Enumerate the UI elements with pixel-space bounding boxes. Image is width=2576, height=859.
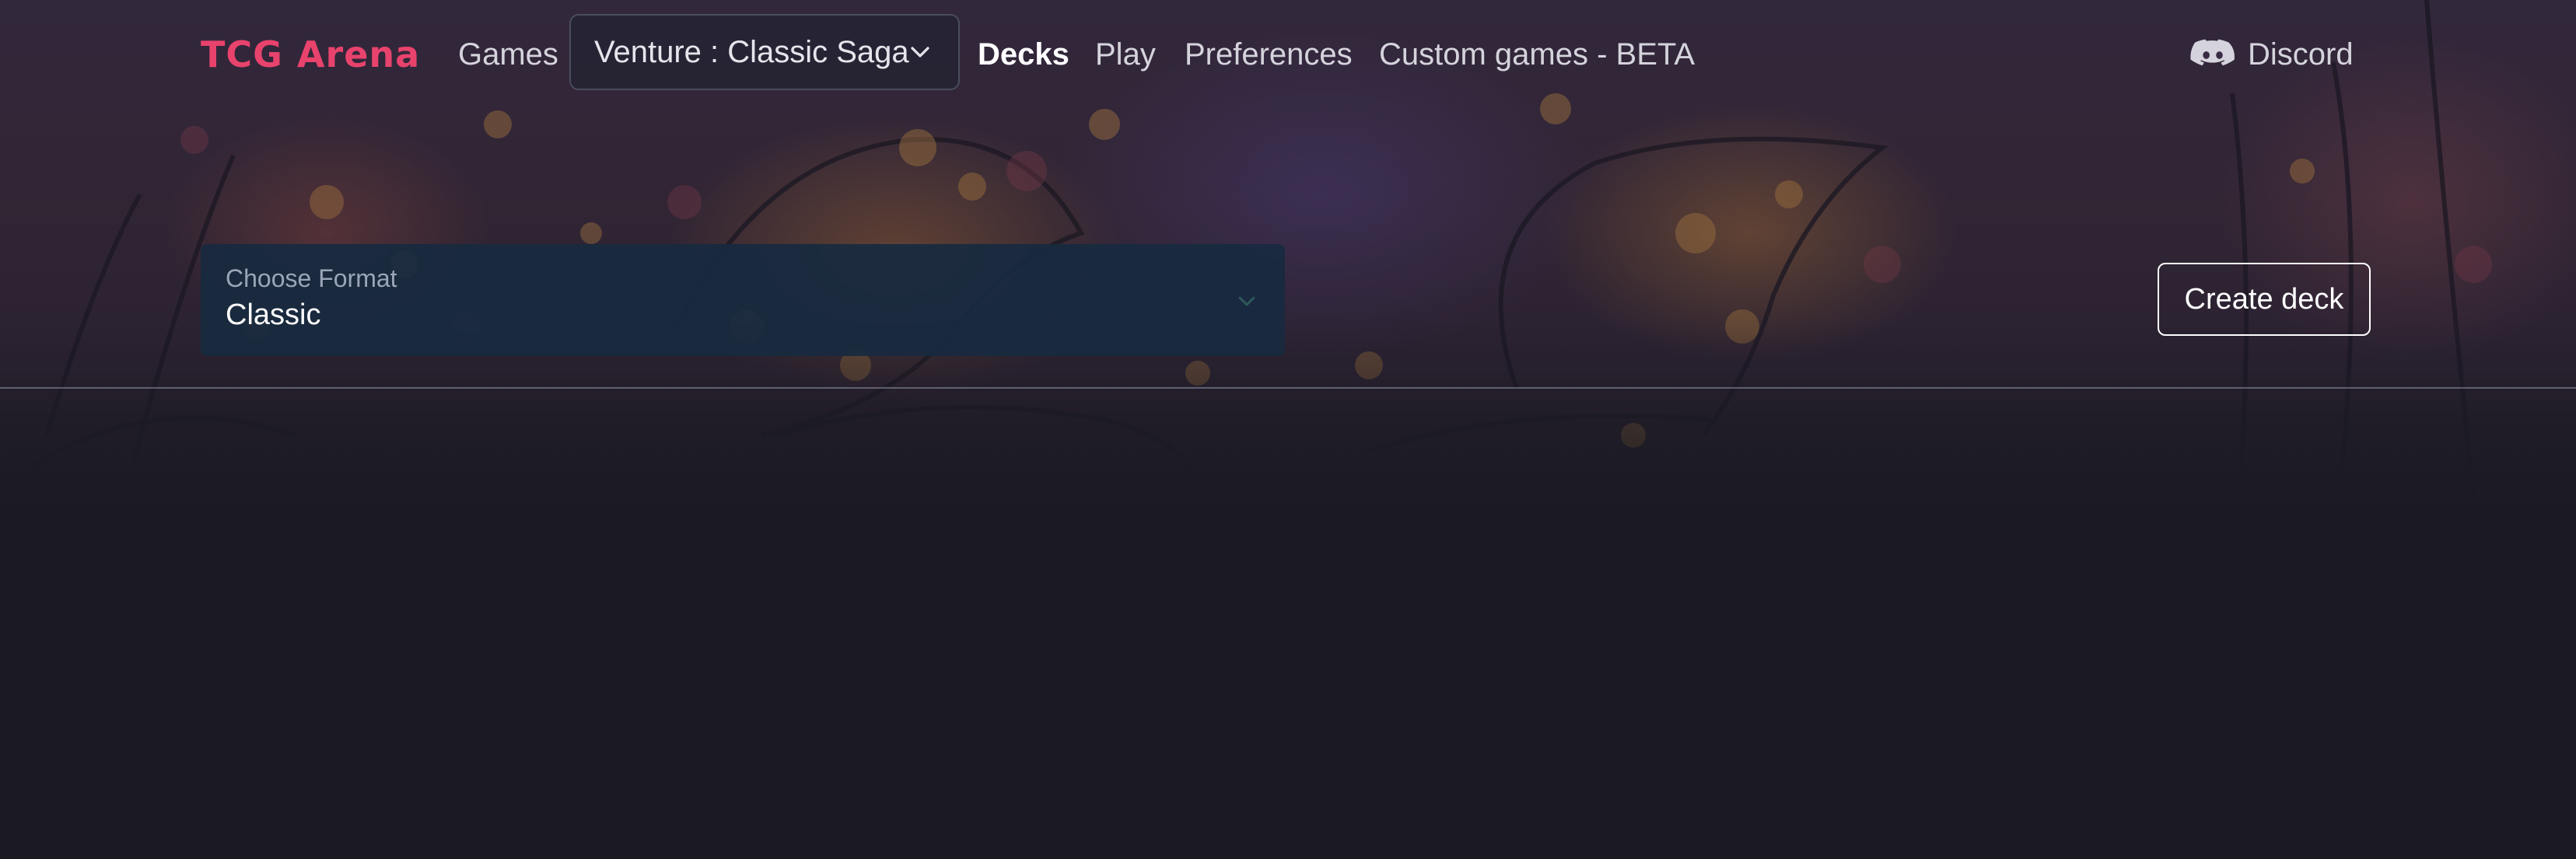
- nav-link-custom-games[interactable]: Custom games - BETA: [1379, 33, 1695, 76]
- game-selector-dropdown[interactable]: Venture : Classic Saga: [569, 14, 960, 90]
- brand-logo-tcg: TCG: [201, 33, 283, 75]
- chevron-down-icon: [911, 47, 929, 58]
- discord-label: Discord: [2248, 37, 2354, 72]
- format-select-label: Choose Format: [226, 264, 397, 292]
- format-select[interactable]: Choose Format Classic: [201, 244, 1285, 356]
- format-select-value: Classic: [226, 299, 321, 331]
- nav-link-decks[interactable]: Decks: [978, 33, 1069, 76]
- discord-icon: [2190, 39, 2235, 66]
- game-selector-value: Venture : Classic Saga: [594, 34, 909, 69]
- create-deck-button[interactable]: Create deck: [2158, 263, 2371, 336]
- discord-link[interactable]: Discord: [2190, 30, 2354, 79]
- nav-link-play[interactable]: Play: [1095, 33, 1156, 76]
- chevron-down-icon: [1238, 296, 1255, 306]
- section-divider: [0, 387, 2576, 389]
- brand-logo-arena: Arena: [296, 33, 421, 75]
- brand-logo[interactable]: TCG Arena: [201, 31, 420, 78]
- top-navbar: TCG Arena Games Venture : Classic Saga D…: [0, 0, 2576, 109]
- nav-link-preferences[interactable]: Preferences: [1185, 33, 1353, 76]
- nav-link-games[interactable]: Games: [458, 33, 558, 76]
